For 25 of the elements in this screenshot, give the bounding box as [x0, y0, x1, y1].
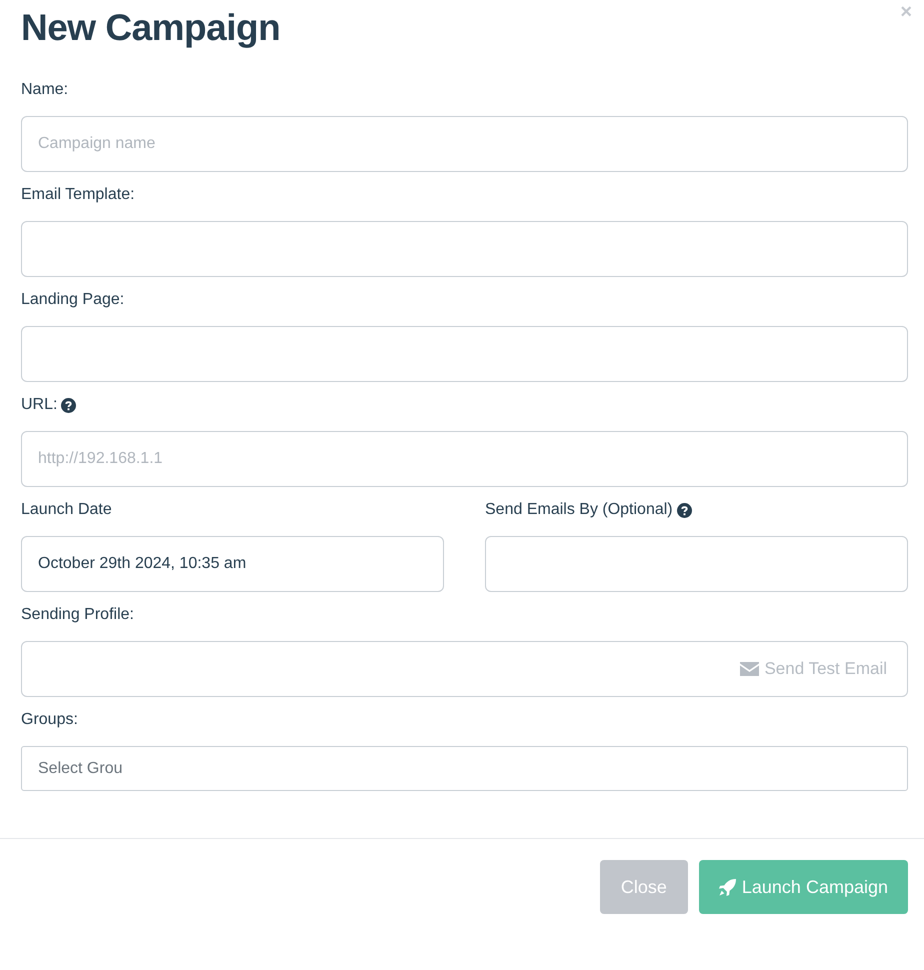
- close-button[interactable]: ×: [900, 2, 912, 22]
- group-select-field[interactable]: Select Grou: [21, 746, 908, 791]
- rocket-icon: [718, 878, 736, 896]
- help-icon: [676, 502, 692, 518]
- input-field[interactable]: [21, 221, 908, 277]
- field-label: URL:: [21, 395, 58, 415]
- field-label: Landing Page:: [21, 290, 124, 310]
- input-field[interactable]: http://192.168.1.1: [21, 431, 908, 487]
- close-button[interactable]: Close: [600, 860, 688, 914]
- envelope-icon: [740, 662, 760, 676]
- field-label: Send Emails By (Optional): [485, 500, 673, 520]
- input-field[interactable]: [485, 536, 908, 592]
- field-label: Sending Profile:: [21, 605, 134, 625]
- send-test-email-button[interactable]: Send Test Email: [740, 656, 887, 682]
- input-field[interactable]: October 29th 2024, 10:35 am: [21, 536, 444, 592]
- field-label: Email Template:: [21, 185, 135, 205]
- input-field[interactable]: [21, 326, 908, 382]
- sending-profile-field[interactable]: Send Test Email: [21, 641, 908, 697]
- field-label: Name:: [21, 80, 68, 100]
- dialog-title: New Campaign: [21, 6, 280, 50]
- field-label: Groups:: [21, 710, 78, 730]
- field-label: Launch Date: [21, 500, 112, 520]
- launch-campaign-button[interactable]: Launch Campaign: [698, 860, 908, 914]
- input-field[interactable]: Campaign name: [21, 116, 908, 172]
- help-icon: [61, 398, 76, 412]
